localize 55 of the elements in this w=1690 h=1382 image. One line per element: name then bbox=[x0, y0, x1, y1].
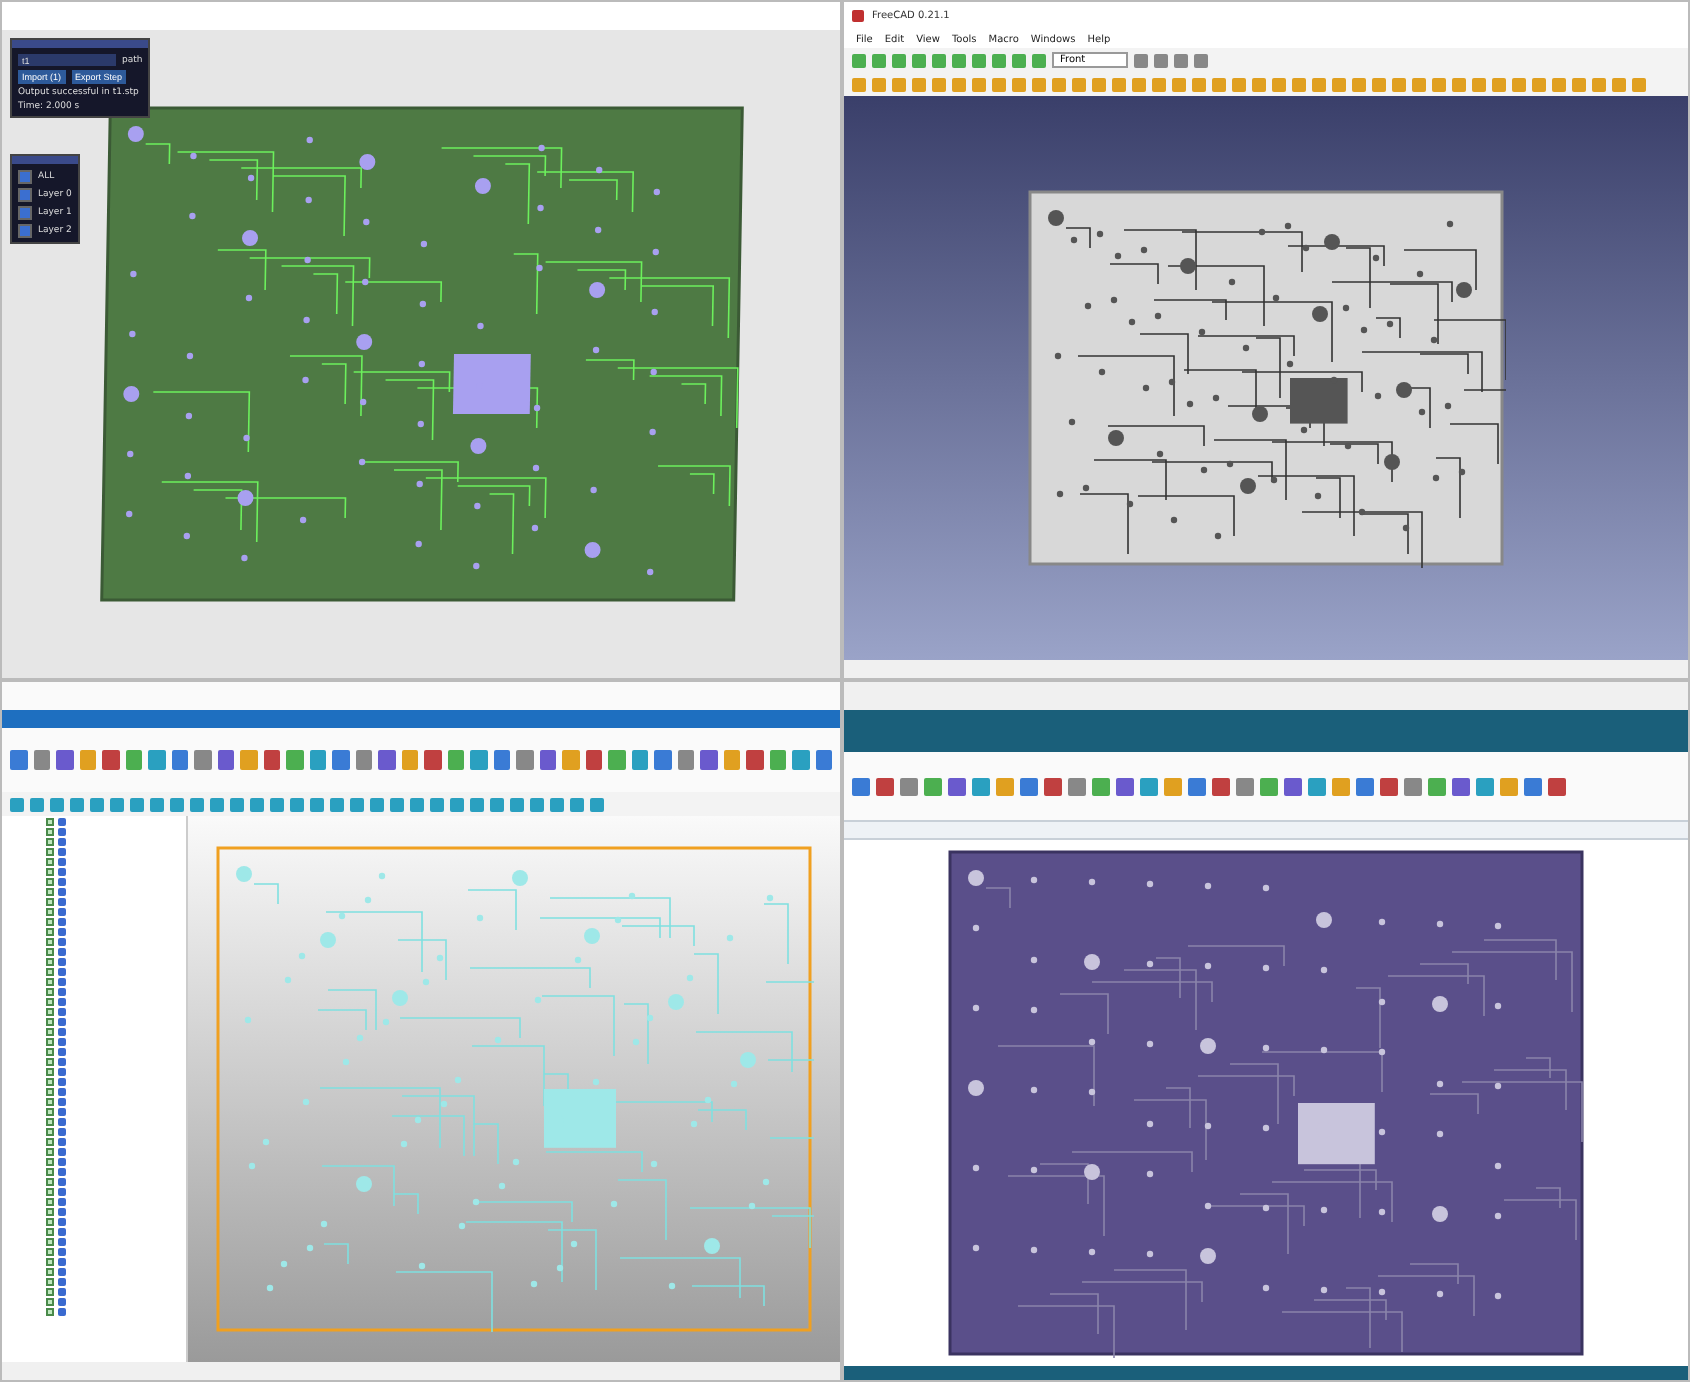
tree-checkbox[interactable] bbox=[46, 967, 54, 975]
tree-checkbox[interactable] bbox=[46, 1027, 54, 1035]
tree-checkbox[interactable] bbox=[46, 837, 54, 845]
tree-checkbox[interactable] bbox=[46, 1237, 54, 1245]
layer-checkbox[interactable] bbox=[18, 188, 32, 202]
tree-checkbox[interactable] bbox=[46, 1007, 54, 1015]
tree-checkbox[interactable] bbox=[46, 847, 54, 855]
tree-checkbox[interactable] bbox=[46, 1297, 54, 1305]
tree-checkbox[interactable] bbox=[46, 947, 54, 955]
tree-checkbox[interactable] bbox=[46, 1197, 54, 1205]
tree-checkbox[interactable] bbox=[46, 1307, 54, 1315]
tree-checkbox[interactable] bbox=[46, 1137, 54, 1145]
layer-checkbox[interactable] bbox=[18, 170, 32, 184]
tree-checkbox[interactable] bbox=[46, 867, 54, 875]
tree-checkbox[interactable] bbox=[46, 1077, 54, 1085]
tree-checkbox[interactable] bbox=[46, 1127, 54, 1135]
tree-checkbox[interactable] bbox=[46, 897, 54, 905]
tree-checkbox[interactable] bbox=[46, 1227, 54, 1235]
tree-checkbox[interactable] bbox=[46, 1117, 54, 1125]
tree-checkbox[interactable] bbox=[46, 927, 54, 935]
tree-checkbox[interactable] bbox=[46, 1087, 54, 1095]
tree-checkbox[interactable] bbox=[46, 857, 54, 865]
app-icon bbox=[852, 10, 864, 22]
tree-checkbox[interactable] bbox=[46, 887, 54, 895]
tree-checkbox[interactable] bbox=[46, 1257, 54, 1265]
tree-checkbox[interactable] bbox=[46, 1217, 54, 1225]
tree-checkbox[interactable] bbox=[46, 1107, 54, 1115]
layer-checkbox[interactable] bbox=[18, 224, 32, 238]
tree-checkbox[interactable] bbox=[46, 1267, 54, 1275]
tree-checkbox[interactable] bbox=[46, 1047, 54, 1055]
tree-checkbox[interactable] bbox=[46, 1177, 54, 1185]
tree-checkbox[interactable] bbox=[46, 817, 54, 825]
tree-checkbox[interactable] bbox=[46, 957, 54, 965]
tree-checkbox[interactable] bbox=[46, 1017, 54, 1025]
tree-checkbox[interactable] bbox=[46, 917, 54, 925]
tree-checkbox[interactable] bbox=[46, 1147, 54, 1155]
tree-checkbox[interactable] bbox=[46, 1067, 54, 1075]
tree-checkbox[interactable] bbox=[46, 1287, 54, 1295]
tree-checkbox[interactable] bbox=[46, 1057, 54, 1065]
tree-checkbox[interactable] bbox=[46, 1207, 54, 1215]
tree-checkbox[interactable] bbox=[46, 1187, 54, 1195]
tree-checkbox[interactable] bbox=[46, 937, 54, 945]
tree-checkbox[interactable] bbox=[46, 1097, 54, 1105]
tree-checkbox[interactable] bbox=[46, 997, 54, 1005]
layer-checkbox[interactable] bbox=[18, 206, 32, 220]
tree-checkbox[interactable] bbox=[46, 877, 54, 885]
tree-checkbox[interactable] bbox=[46, 1157, 54, 1165]
tree-checkbox[interactable] bbox=[46, 987, 54, 995]
tree-checkbox[interactable] bbox=[46, 1167, 54, 1175]
tree-checkbox[interactable] bbox=[46, 827, 54, 835]
tree-checkbox[interactable] bbox=[46, 907, 54, 915]
tree-checkbox[interactable] bbox=[46, 1277, 54, 1285]
tree-checkbox[interactable] bbox=[46, 977, 54, 985]
tree-checkbox[interactable] bbox=[46, 1037, 54, 1045]
tree-checkbox[interactable] bbox=[46, 1247, 54, 1255]
